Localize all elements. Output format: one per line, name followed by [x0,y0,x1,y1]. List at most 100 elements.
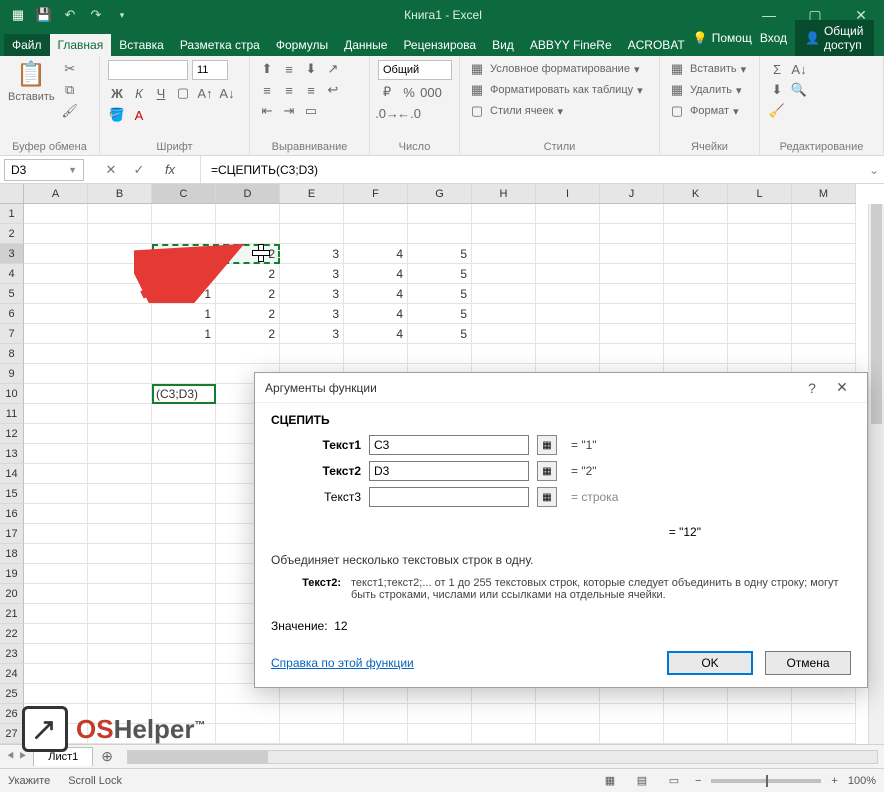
redo-icon[interactable]: ↷ [86,5,106,25]
cell-C14[interactable] [152,464,216,484]
align-center-icon[interactable]: ≡ [280,81,298,99]
cell-G1[interactable] [408,204,472,224]
font-size-input[interactable] [192,60,228,80]
cell-B15[interactable] [88,484,152,504]
cell-K3[interactable] [664,244,728,264]
cell-A24[interactable] [24,664,88,684]
share-button[interactable]: 👤 Общий доступ [795,20,874,56]
cell-A18[interactable] [24,544,88,564]
row-header-10[interactable]: 10 [0,384,24,404]
orientation-icon[interactable]: ↗ [324,60,342,78]
cell-E8[interactable] [280,344,344,364]
col-header-J[interactable]: J [600,184,664,204]
cell-B3[interactable] [88,244,152,264]
cell-G8[interactable] [408,344,472,364]
cell-K6[interactable] [664,304,728,324]
clear-icon[interactable]: 🧹 [768,102,786,120]
cell-F7[interactable]: 4 [344,324,408,344]
row-header-1[interactable]: 1 [0,204,24,224]
cell-J2[interactable] [600,224,664,244]
cell-F26[interactable] [344,704,408,724]
cell-L2[interactable] [728,224,792,244]
col-header-F[interactable]: F [344,184,408,204]
cell-B18[interactable] [88,544,152,564]
cell-G26[interactable] [408,704,472,724]
enter-formula-icon[interactable]: ✓ [130,161,148,179]
cell-B17[interactable] [88,524,152,544]
row-header-24[interactable]: 24 [0,664,24,684]
cell-B16[interactable] [88,504,152,524]
cell-A22[interactable] [24,624,88,644]
cell-I1[interactable] [536,204,600,224]
tell-me[interactable]: 💡Помощ [693,31,752,45]
cell-F2[interactable] [344,224,408,244]
cell-I8[interactable] [536,344,600,364]
format-as-table-button[interactable]: ▦Форматировать как таблицу ▾ [468,81,643,99]
format-painter-icon[interactable]: 🖌 [61,102,79,120]
cell-G3[interactable]: 5 [408,244,472,264]
cell-C5[interactable]: 1 [152,284,216,304]
cell-A25[interactable] [24,684,88,704]
cell-A19[interactable] [24,564,88,584]
cell-G2[interactable] [408,224,472,244]
cell-K1[interactable] [664,204,728,224]
cell-E3[interactable]: 3 [280,244,344,264]
cell-C4[interactable]: 1 [152,264,216,284]
number-format-select[interactable] [378,60,452,80]
row-header-6[interactable]: 6 [0,304,24,324]
cell-I5[interactable] [536,284,600,304]
increase-decimal-icon[interactable]: .0→ [378,104,396,122]
view-page-break-icon[interactable]: ▭ [663,772,685,790]
cell-L3[interactable] [728,244,792,264]
cell-B21[interactable] [88,604,152,624]
cell-C10[interactable]: (C3;D3) [152,384,216,404]
cell-M2[interactable] [792,224,856,244]
cell-G27[interactable] [408,724,472,744]
row-header-5[interactable]: 5 [0,284,24,304]
insert-function-icon[interactable]: fx [158,161,182,179]
cell-G4[interactable]: 5 [408,264,472,284]
align-middle-icon[interactable]: ≡ [280,60,298,78]
copy-icon[interactable]: ⧉ [61,81,79,99]
row-header-8[interactable]: 8 [0,344,24,364]
col-header-B[interactable]: B [88,184,152,204]
cell-D7[interactable]: 2 [216,324,280,344]
cell-C18[interactable] [152,544,216,564]
cell-I4[interactable] [536,264,600,284]
row-header-11[interactable]: 11 [0,404,24,424]
cell-A8[interactable] [24,344,88,364]
cancel-button[interactable]: Отмена [765,651,851,675]
cell-B1[interactable] [88,204,152,224]
cell-H4[interactable] [472,264,536,284]
cell-E5[interactable]: 3 [280,284,344,304]
tab-home[interactable]: Главная [50,34,112,56]
cell-F1[interactable] [344,204,408,224]
cell-B10[interactable] [88,384,152,404]
cell-E2[interactable] [280,224,344,244]
cell-C13[interactable] [152,444,216,464]
cell-E27[interactable] [280,724,344,744]
expand-formula-bar-icon[interactable]: ⌄ [864,163,884,177]
cell-J3[interactable] [600,244,664,264]
cell-E7[interactable]: 3 [280,324,344,344]
cell-A20[interactable] [24,584,88,604]
cell-B5[interactable] [88,284,152,304]
cell-M26[interactable] [792,704,856,724]
cell-L6[interactable] [728,304,792,324]
cut-icon[interactable]: ✂ [61,60,79,78]
cell-A12[interactable] [24,424,88,444]
cell-B13[interactable] [88,444,152,464]
row-header-16[interactable]: 16 [0,504,24,524]
cell-H3[interactable] [472,244,536,264]
vertical-scrollbar[interactable] [868,204,884,744]
cell-H2[interactable] [472,224,536,244]
cell-B11[interactable] [88,404,152,424]
cell-M27[interactable] [792,724,856,744]
wrap-text-icon[interactable]: ↩ [324,81,342,99]
cell-A16[interactable] [24,504,88,524]
cell-B14[interactable] [88,464,152,484]
cell-C23[interactable] [152,644,216,664]
cell-A10[interactable] [24,384,88,404]
tab-data[interactable]: Данные [336,34,395,56]
cell-L26[interactable] [728,704,792,724]
